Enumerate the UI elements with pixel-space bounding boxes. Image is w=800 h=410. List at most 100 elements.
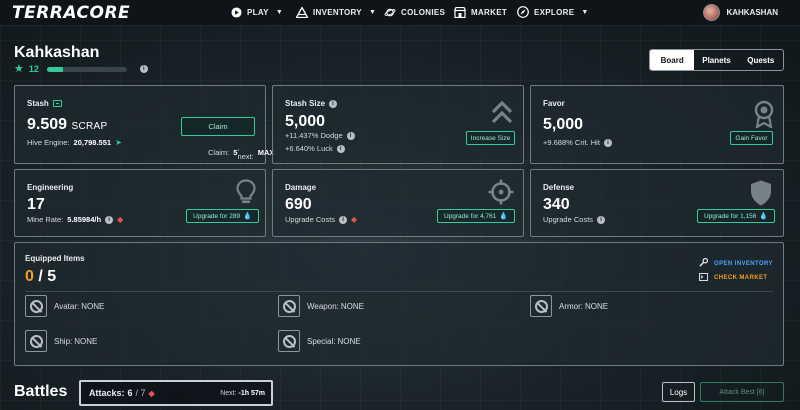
check-market-label: CHECK MARKET bbox=[714, 275, 768, 281]
info-icon[interactable]: i bbox=[346, 131, 355, 140]
award-medal-icon bbox=[753, 100, 775, 133]
play-circle-icon bbox=[230, 6, 242, 18]
info-icon[interactable]: i bbox=[603, 138, 612, 147]
slot-special-box bbox=[278, 330, 300, 352]
level-progress-fill bbox=[46, 66, 63, 72]
slot-armor[interactable]: Armor: NONE bbox=[530, 295, 608, 317]
claim-button[interactable]: Claim bbox=[181, 117, 255, 136]
slot-ship[interactable]: Ship: NONE bbox=[25, 330, 97, 352]
tab-board[interactable]: Board bbox=[650, 50, 695, 70]
ban-icon bbox=[282, 334, 296, 348]
defense-card: Defense 340 Upgrade Costs i Upgrade for … bbox=[530, 169, 784, 237]
increase-size-button[interactable]: Increase Size bbox=[466, 131, 515, 145]
compass-icon bbox=[517, 6, 529, 18]
stash-size-value: 5,000 bbox=[285, 113, 326, 130]
info-icon[interactable]: i bbox=[336, 144, 345, 153]
equipped-items-panel bbox=[14, 242, 784, 366]
slot-avatar[interactable]: Avatar: NONE bbox=[25, 295, 104, 317]
ban-icon bbox=[29, 299, 43, 313]
gain-favor-button[interactable]: Gain Favor bbox=[730, 131, 773, 145]
luck-bonus: +6.640% Luck bbox=[285, 144, 333, 153]
view-tabs: Board Planets Quests bbox=[649, 49, 784, 71]
nav-explore[interactable]: EXPLORE ▼ bbox=[517, 6, 589, 18]
engineering-value: 17 bbox=[27, 196, 45, 213]
stash-card: Stash 9.509 SCRAP Hive Engine: 20,798.55… bbox=[14, 85, 274, 164]
info-icon[interactable]: i bbox=[139, 65, 148, 73]
nav-market[interactable]: MARKET bbox=[454, 6, 507, 18]
top-navbar: TERRACORE PLAY ▼ INVENTORY ▼ COLONIES MA… bbox=[0, 0, 800, 26]
ban-icon bbox=[282, 299, 296, 313]
favor-value: 5,000 bbox=[543, 116, 584, 133]
nav-colonies[interactable]: COLONIES bbox=[384, 6, 445, 18]
claim-next-label: , next: bbox=[237, 143, 254, 161]
stash-title: Stash bbox=[27, 99, 62, 108]
equipped-count-total: / 5 bbox=[38, 268, 57, 285]
attacks-value: 6 bbox=[127, 388, 133, 398]
logs-button[interactable]: Logs bbox=[662, 382, 695, 402]
damage-value: 690 bbox=[285, 196, 312, 213]
terracore-logo[interactable]: TERRACORE bbox=[12, 3, 130, 23]
ban-icon bbox=[534, 299, 548, 313]
upgrade-defense-button[interactable]: Upgrade for 1,156 💧 bbox=[697, 209, 775, 223]
favor-card: Favor 5,000 +9.688% Crit. Hit i Gain Fav… bbox=[530, 85, 784, 164]
slot-weapon[interactable]: Weapon: NONE bbox=[278, 295, 364, 317]
claim-status: Claim: 5, next: MAX bbox=[208, 143, 274, 161]
nav-explore-label: EXPLORE bbox=[534, 7, 575, 17]
stash-size-title-text: Stash Size bbox=[285, 99, 326, 108]
favor-title-text: Favor bbox=[543, 99, 565, 108]
nav-market-label: MARKET bbox=[471, 7, 508, 17]
upgrade-damage-button[interactable]: Upgrade for 4,761 💧 bbox=[437, 209, 515, 223]
mine-rate-line: Mine Rate: 5.85984/h i ◆ bbox=[27, 215, 123, 224]
level-number: 12 bbox=[28, 64, 39, 74]
info-icon[interactable]: i bbox=[597, 215, 606, 224]
upgrade-damage-label: Upgrade for 4,761 bbox=[443, 212, 497, 220]
info-icon[interactable]: i bbox=[329, 99, 338, 108]
slot-weapon-box bbox=[278, 295, 300, 317]
stash-amount: 9.509 bbox=[27, 116, 68, 133]
attacks-max: / 7 bbox=[135, 388, 146, 398]
nav-play[interactable]: PLAY ▼ bbox=[230, 6, 283, 18]
damage-title: Damage bbox=[285, 183, 317, 192]
defense-costs-label: Upgrade Costs bbox=[543, 215, 594, 224]
hive-engine-value: 20,798.551 bbox=[73, 138, 112, 147]
favor-title: Favor bbox=[543, 99, 565, 108]
stash-size-title: Stash Size i bbox=[285, 99, 338, 108]
stash-icon bbox=[52, 100, 62, 107]
damage-card: Damage 690 Upgrade Costs i ◆ Upgrade for… bbox=[272, 169, 524, 237]
stash-size-card: Stash Size i 5,000 +11.437% Dodge i +6.6… bbox=[272, 85, 524, 164]
nav-inventory[interactable]: INVENTORY ▼ bbox=[296, 6, 376, 18]
slot-armor-value: NONE bbox=[585, 301, 609, 311]
crit-bonus: +9.688% Crit. Hit bbox=[543, 138, 600, 147]
tab-planets[interactable]: Planets bbox=[694, 50, 738, 70]
water-drop-icon: 💧 bbox=[499, 213, 509, 220]
stash-title-text: Stash bbox=[27, 99, 49, 108]
upgrade-engineering-button[interactable]: Upgrade for 289 💧 bbox=[186, 209, 259, 223]
open-inventory-link[interactable]: OPEN INVENTORY bbox=[699, 257, 773, 269]
mine-rate-label: Mine Rate: bbox=[27, 215, 64, 224]
lightbulb-icon bbox=[236, 179, 256, 210]
check-market-link[interactable]: CHECK MARKET bbox=[699, 273, 767, 283]
defense-value: 340 bbox=[543, 196, 570, 213]
crit-line: +9.688% Crit. Hit i bbox=[543, 138, 612, 147]
slot-special[interactable]: Special: NONE bbox=[278, 330, 361, 352]
attacks-label: Attacks: bbox=[89, 388, 125, 398]
slot-armor-box bbox=[530, 295, 552, 317]
next-attack-label: Next: bbox=[220, 390, 237, 397]
tab-quests[interactable]: Quests bbox=[739, 50, 783, 70]
damage-costs-label: Upgrade Costs bbox=[285, 215, 336, 224]
water-drop-icon: 💧 bbox=[759, 213, 769, 220]
nav-colonies-label: COLONIES bbox=[401, 7, 446, 17]
level-progress-bar bbox=[46, 66, 127, 72]
chevrons-up-icon bbox=[491, 100, 513, 131]
user-menu[interactable]: KAHKASHAN bbox=[703, 4, 778, 21]
info-icon[interactable]: i bbox=[105, 215, 114, 224]
attack-best-button[interactable]: Attack Best [6] bbox=[700, 382, 784, 402]
send-icon[interactable]: ➤ bbox=[115, 138, 122, 147]
slot-avatar-label: Avatar: bbox=[54, 301, 80, 311]
chevron-down-icon: ▼ bbox=[581, 8, 589, 16]
info-icon[interactable]: i bbox=[339, 215, 348, 224]
slot-special-value: NONE bbox=[337, 336, 361, 346]
stash-unit: SCRAP bbox=[71, 121, 108, 132]
slot-avatar-value: NONE bbox=[81, 301, 105, 311]
star-icon: ★ bbox=[14, 63, 24, 75]
